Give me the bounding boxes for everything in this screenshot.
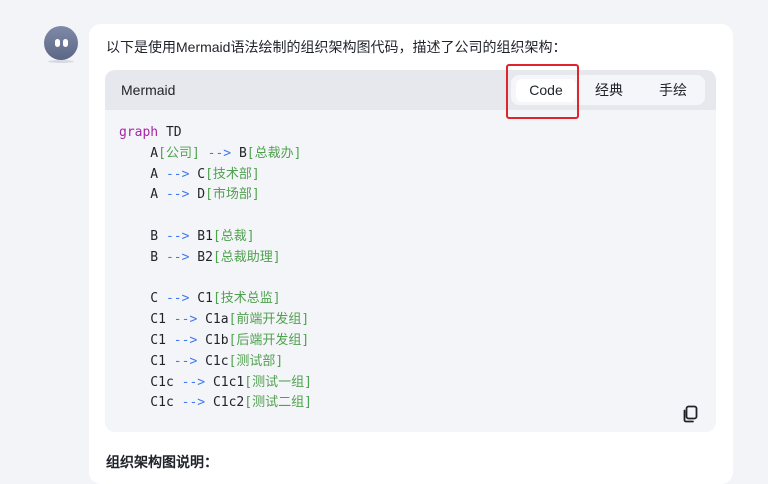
code-line: B --> B1[总裁] (119, 228, 255, 244)
code-line: A --> D[市场部] (119, 187, 260, 203)
code-token: [总裁] (212, 228, 255, 244)
code-token: [技术部] (205, 166, 260, 182)
code-line: C1c --> C1c2[测试二组] (119, 395, 312, 410)
code-token: --> (165, 312, 206, 328)
code-token: C (197, 166, 206, 182)
code-token: --> (173, 395, 213, 411)
section-heading: 组织架构图说明： (106, 454, 218, 470)
code-token: [测试一组] (244, 374, 312, 390)
code-token: --> (173, 374, 213, 390)
code-token: C1 (119, 312, 166, 328)
code-content: graph TD A[公司] --> B[总裁办] A --> C[技术部] A… (119, 123, 312, 414)
code-line: C1 --> C1b[后端开发组] (119, 333, 309, 348)
code-line: C1 --> C1a[前端开发组] (119, 312, 309, 327)
code-token: --> (158, 228, 198, 244)
message-intro-text: 以下是使用Mermaid语法绘制的组织架构图代码，描述了公司的组织架构： (106, 39, 567, 55)
code-token: C1a (205, 312, 229, 328)
code-token: A (119, 166, 159, 182)
code-line: A[公司] --> B[总裁办] (119, 146, 301, 161)
code-token: [测试部] (228, 353, 284, 369)
code-block-header: Mermaid Code 经典 手绘 (105, 70, 716, 110)
code-token: [总裁办] (246, 145, 302, 161)
code-token: C1 (197, 291, 213, 307)
bot-avatar-icon (44, 26, 78, 60)
code-token: --> (165, 332, 206, 348)
code-token: C1c1 (212, 374, 245, 390)
tab-hand-drawn[interactable]: 手绘 (647, 79, 699, 102)
code-token: [公司] (158, 145, 200, 161)
code-language-label: Mermaid (121, 82, 176, 98)
code-block: Mermaid Code 经典 手绘 graph TD A[公司] --> B[… (105, 70, 716, 432)
code-token: --> (158, 166, 198, 182)
code-token: --> (199, 145, 239, 161)
code-token: C1c (119, 395, 174, 411)
code-token: [测试二组] (244, 395, 312, 411)
code-token: B (119, 228, 159, 244)
code-token: --> (158, 291, 198, 307)
code-token: D (197, 187, 206, 203)
code-line: B --> B2[总裁助理] (119, 249, 281, 265)
code-token: B (119, 249, 159, 265)
code-token: graph (119, 125, 159, 140)
code-token: [前端开发组] (228, 312, 310, 328)
code-token: --> (165, 353, 206, 369)
code-token: [技术总监] (212, 291, 281, 307)
code-token: C1c (205, 353, 229, 369)
code-token: C1 (119, 332, 166, 348)
code-token: C1c2 (212, 395, 245, 411)
highlight-box (506, 64, 579, 119)
code-token: [总裁助理] (212, 249, 281, 265)
code-token: B2 (197, 249, 213, 265)
code-line: graph TD (119, 125, 182, 140)
code-token: C1b (205, 332, 229, 348)
code-token: --> (158, 249, 198, 265)
code-token: TD (158, 125, 182, 140)
code-token: [市场部] (205, 187, 260, 203)
code-token: C (119, 291, 159, 307)
code-token: A (119, 187, 159, 203)
avatar-shadow (48, 60, 74, 63)
code-token: A (119, 145, 159, 161)
code-line: C1 --> C1c[测试部] (119, 354, 283, 369)
copy-icon[interactable] (680, 404, 700, 424)
tab-classic[interactable]: 经典 (583, 79, 635, 102)
code-token: [后端开发组] (228, 332, 310, 348)
code-token: C1c (119, 374, 174, 390)
code-token: B1 (197, 228, 213, 244)
code-token: B (238, 145, 247, 161)
code-line: A --> C[技术部] (119, 166, 260, 182)
code-line: C1c --> C1c1[测试一组] (119, 375, 312, 390)
code-token: C1 (119, 353, 166, 369)
code-line: C --> C1[技术总监] (119, 291, 281, 307)
code-token: --> (158, 187, 198, 203)
